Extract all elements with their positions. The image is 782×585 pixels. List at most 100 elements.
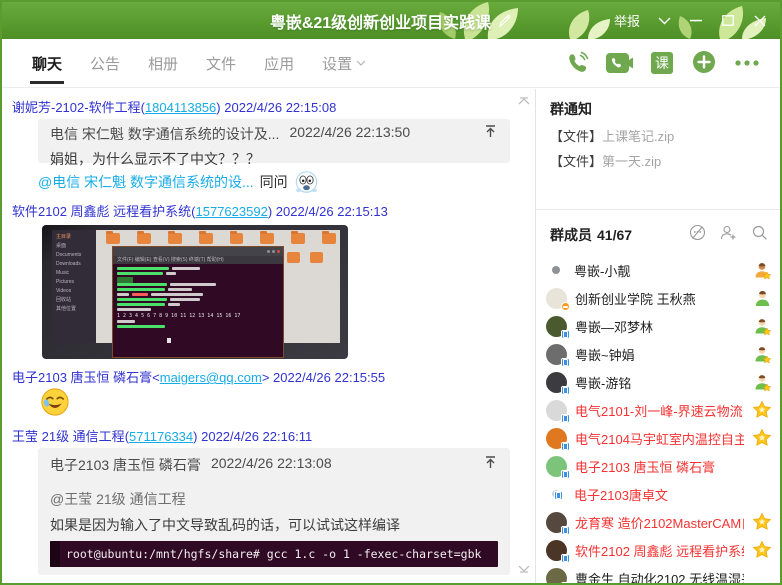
member-row[interactable]: 粤嵌-游铭 bbox=[546, 368, 780, 396]
member-avatar bbox=[552, 490, 560, 498]
ubuntu-launcher: 主目录桌面DocumentsDownloadsMusicPicturesVide… bbox=[52, 230, 96, 343]
group-file-item[interactable]: 【文件】第一天.zip bbox=[550, 148, 770, 173]
invite-member-icon[interactable] bbox=[720, 224, 737, 246]
member-row[interactable]: 龙育寒 造价2102MasterCAM自 bbox=[546, 508, 780, 536]
member-avatar bbox=[552, 266, 560, 274]
member-avatar bbox=[546, 400, 567, 421]
message-sender-line: 软件2102 周鑫彪 远程看护系统(1577623592) 2022/4/26 … bbox=[12, 201, 535, 219]
member-badge-icon bbox=[752, 288, 772, 308]
quoted-message-text: 电信 宋仁魁 数字通信系统的设计及... bbox=[50, 124, 279, 144]
reply-quote-box: 电信 宋仁魁 数字通信系统的设计及... 2022/4/26 22:13:50 … bbox=[38, 119, 510, 163]
message-sender-line: 谢妮芳-2102-软件工程(1804113856) 2022/4/26 22:1… bbox=[12, 97, 535, 115]
terminal-menu: 文件(F) 编辑(E) 查看(V) 搜索(S) 终端(T) 帮助(H) bbox=[113, 256, 283, 264]
member-name: 龙育寒 造价2102MasterCAM自 bbox=[575, 513, 744, 532]
jump-to-message-icon[interactable] bbox=[483, 455, 498, 473]
member-name: 软件2102 周鑫彪 远程看护系统 bbox=[575, 541, 744, 560]
more-icon[interactable] bbox=[734, 59, 760, 67]
qq-group-chat-window: 粤嵌&21级创新创业项目实践课 举报 聊天 公告 相册 bbox=[0, 0, 782, 585]
member-row[interactable]: 创新创业学院 王秋燕 bbox=[546, 284, 780, 312]
member-badge-icon bbox=[752, 260, 772, 280]
message-time: 2022/4/26 22:15:08 bbox=[224, 100, 336, 115]
member-badge-icon bbox=[752, 568, 772, 583]
svg-text:课: 课 bbox=[655, 55, 669, 71]
sender-qq-link[interactable]: 1804113856 bbox=[145, 100, 216, 115]
tab-announcement[interactable]: 公告 bbox=[76, 39, 134, 87]
tab-settings[interactable]: 设置 bbox=[308, 39, 380, 87]
mention-text: @王莹 21级 通信工程 bbox=[50, 489, 498, 509]
member-row[interactable]: 电子2103唐卓文 bbox=[546, 480, 780, 508]
member-row[interactable]: 电子2103 唐玉恒 磷石膏 bbox=[546, 452, 780, 480]
member-name: 粤嵌—邓梦林 bbox=[575, 317, 744, 336]
member-row[interactable]: 粤嵌-小靓 bbox=[546, 256, 780, 284]
chevron-down-icon bbox=[356, 60, 366, 66]
tab-album[interactable]: 相册 bbox=[134, 39, 192, 87]
shocked-emoji-icon bbox=[294, 170, 319, 195]
terminal-numbers-line: 1 2 3 4 5 6 7 8 9 10 11 12 13 14 15 16 1… bbox=[117, 313, 279, 319]
quoted-message-time: 2022/4/26 22:13:50 bbox=[289, 124, 410, 140]
member-badge-icon bbox=[752, 512, 772, 532]
message-content: @电信 宋仁魁 数字通信系统的设... 同问 bbox=[38, 169, 535, 195]
terminal-command-image[interactable]: root@ubuntu:/mnt/hgfs/share# gcc 1.c -o … bbox=[50, 541, 498, 567]
message-time: 2022/4/26 22:15:13 bbox=[276, 204, 388, 219]
member-list: 粤嵌-小靓 创新创业学院 王秋燕 粤嵌—邓梦林 粤嵌~钟娟 粤嵌-游铭 电气21… bbox=[536, 256, 780, 583]
member-avatar bbox=[546, 540, 567, 561]
message-time: 2022/4/26 22:15:55 bbox=[273, 370, 385, 385]
member-badge-icon bbox=[752, 316, 772, 336]
reply-quote-box: 电子2103 唐玉恒 磷石膏 2022/4/26 22:13:08 @王莹 21… bbox=[38, 448, 510, 575]
tab-files[interactable]: 文件 bbox=[192, 39, 250, 87]
voice-call-icon[interactable] bbox=[565, 51, 589, 75]
member-row[interactable]: 曹金生 自动化2102 无线温湿采集 bbox=[546, 564, 780, 583]
member-row[interactable]: 电气2104马宇虹室内温控自主调 bbox=[546, 424, 780, 452]
member-name: 粤嵌-游铭 bbox=[575, 373, 744, 392]
member-name: 粤嵌~钟娟 bbox=[575, 345, 744, 364]
member-row[interactable]: 电气2101-刘一峰-界速云物流 bbox=[546, 396, 780, 424]
member-avatar bbox=[546, 344, 567, 365]
member-badge-icon bbox=[752, 400, 772, 420]
group-notice-title[interactable]: 群通知 bbox=[550, 99, 770, 123]
tab-apps[interactable]: 应用 bbox=[250, 39, 308, 87]
chat-image-ubuntu-screenshot[interactable]: 主目录桌面DocumentsDownloadsMusicPicturesVide… bbox=[42, 225, 348, 359]
member-row[interactable]: 粤嵌—邓梦林 bbox=[546, 312, 780, 340]
quoted-message-time: 2022/4/26 22:13:08 bbox=[211, 455, 332, 471]
member-name: 创新创业学院 王秋燕 bbox=[575, 289, 744, 308]
group-sidebar: 群通知 【文件】上课笔记.zip 【文件】第一天.zip 群成员 41/67 bbox=[536, 89, 780, 583]
member-name: 曹金生 自动化2102 无线温湿采集 bbox=[575, 569, 744, 584]
member-name: 电气2101-刘一峰-界速云物流 bbox=[575, 401, 744, 420]
chevron-down-icon[interactable] bbox=[650, 8, 678, 34]
group-file-item[interactable]: 【文件】上课笔记.zip bbox=[550, 123, 770, 148]
class-icon[interactable]: 课 bbox=[650, 51, 674, 75]
member-avatar bbox=[546, 512, 567, 533]
member-name: 电气2104马宇虹室内温控自主调 bbox=[575, 429, 744, 448]
member-badge-icon bbox=[752, 456, 772, 476]
sender-name: 电子2103 唐玉恒 磷石膏 bbox=[12, 370, 152, 385]
tab-chat[interactable]: 聊天 bbox=[18, 39, 76, 87]
message-sender-line: 电子2103 唐玉恒 磷石膏<maigers@qq.com> 2022/4/26… bbox=[12, 367, 535, 385]
member-row[interactable]: 软件2102 周鑫彪 远程看护系统 bbox=[546, 536, 780, 564]
jump-to-message-icon[interactable] bbox=[483, 124, 498, 142]
anonymous-chat-icon[interactable] bbox=[689, 224, 706, 246]
quoted-message-text: 电子2103 唐玉恒 磷石膏 bbox=[50, 455, 201, 475]
member-badge-icon bbox=[752, 344, 772, 364]
report-button[interactable]: 举报 bbox=[608, 11, 646, 30]
member-row[interactable]: 粤嵌~钟娟 bbox=[546, 340, 780, 368]
member-avatar bbox=[546, 316, 567, 337]
member-name: 电子2103唐卓文 bbox=[574, 485, 744, 504]
scroll-up-icon[interactable] bbox=[517, 93, 531, 111]
add-icon[interactable] bbox=[691, 50, 717, 76]
titlebar: 粤嵌&21级创新创业项目实践课 举报 bbox=[2, 2, 780, 39]
member-name: 粤嵌-小靓 bbox=[574, 261, 744, 280]
member-avatar bbox=[546, 288, 567, 309]
search-member-icon[interactable] bbox=[751, 224, 768, 246]
sender-qq-link[interactable]: 1577623592 bbox=[196, 204, 268, 219]
close-button[interactable] bbox=[746, 8, 774, 34]
video-call-icon[interactable] bbox=[606, 52, 633, 74]
maximize-button[interactable] bbox=[714, 8, 742, 34]
member-avatar bbox=[546, 568, 567, 584]
sender-qq-link[interactable]: 571176334 bbox=[129, 429, 193, 444]
mention-link[interactable]: @电信 宋仁魁 数字通信系统的设... bbox=[38, 172, 254, 192]
minimize-button[interactable] bbox=[682, 8, 710, 34]
message-time: 2022/4/26 22:16:11 bbox=[201, 429, 312, 444]
scroll-down-icon[interactable] bbox=[517, 561, 531, 579]
sender-email-link[interactable]: maigers@qq.com bbox=[160, 370, 262, 385]
edit-title-icon[interactable] bbox=[498, 14, 512, 28]
